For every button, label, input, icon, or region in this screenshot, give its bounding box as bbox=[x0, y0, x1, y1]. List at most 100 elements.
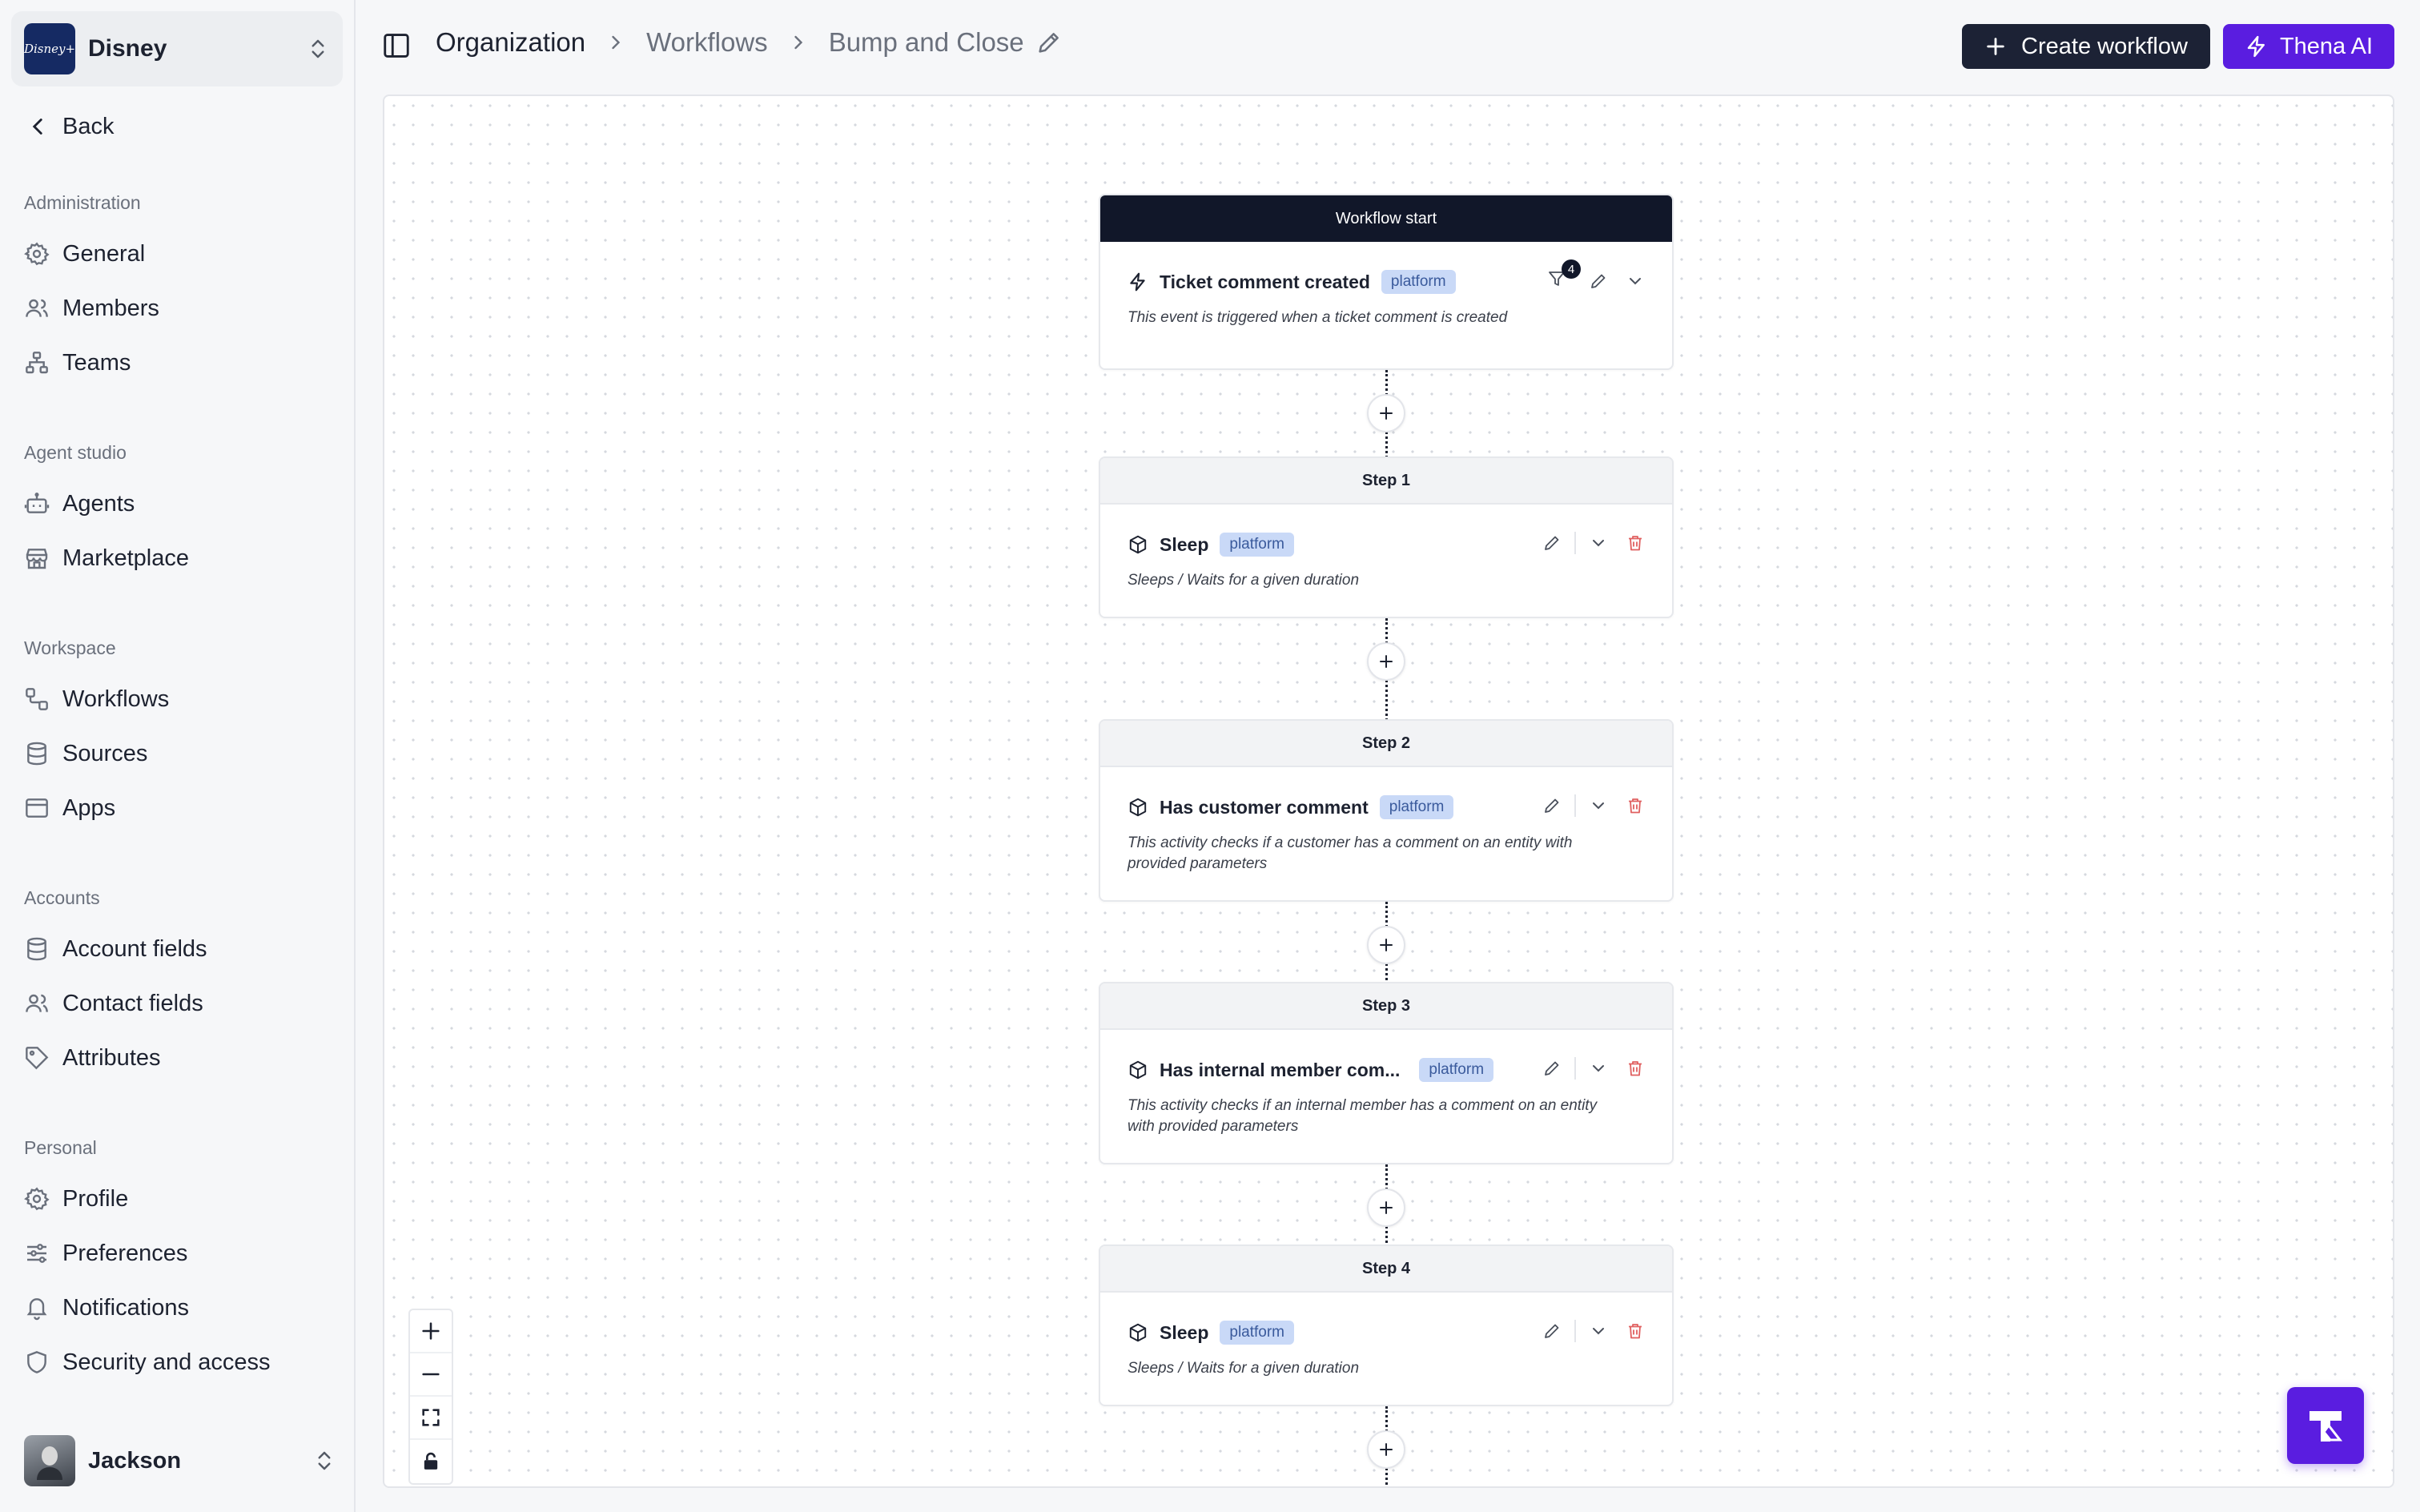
platform-tag: platform bbox=[1220, 1321, 1295, 1345]
sidebar-item-label: Apps bbox=[62, 794, 116, 821]
breadcrumb-workflows[interactable]: Workflows bbox=[646, 27, 768, 58]
sidebar-item-profile[interactable]: Profile bbox=[24, 1180, 128, 1217]
step-header: Step 4 bbox=[1100, 1246, 1672, 1293]
thena-ai-label: Thena AI bbox=[2279, 33, 2374, 59]
sidebar-item-label: Sources bbox=[62, 740, 148, 766]
trigger-description: This event is triggered when a ticket co… bbox=[1128, 309, 1508, 326]
sidebar-item-apps[interactable]: Apps bbox=[24, 790, 115, 826]
sidebar-item-account-fields[interactable]: Account fields bbox=[24, 931, 207, 967]
step-title: Sleep bbox=[1160, 1321, 1209, 1343]
chevron-down-icon[interactable] bbox=[1589, 1321, 1608, 1341]
add-step-button[interactable] bbox=[1367, 1430, 1405, 1469]
sidebar-item-general[interactable]: General bbox=[24, 235, 145, 272]
pencil-icon[interactable] bbox=[1542, 1059, 1562, 1078]
sidebar-item-label: Teams bbox=[62, 349, 131, 376]
sidebar-item-contact-fields[interactable]: Contact fields bbox=[24, 985, 203, 1022]
workflow-step-card[interactable]: Step 3 Has internal member com... platfo… bbox=[1099, 982, 1674, 1164]
sidebar-item-label: Profile bbox=[62, 1185, 129, 1212]
lock-icon bbox=[424, 1452, 438, 1470]
workflow-canvas[interactable]: Workflow start Ticket comment created pl… bbox=[383, 94, 2394, 1488]
step-header: Step 2 bbox=[1100, 721, 1672, 767]
section-agent-studio: Agent studio bbox=[24, 442, 127, 463]
thena-assistant-button[interactable] bbox=[2287, 1387, 2364, 1464]
breadcrumb-organization[interactable]: Organization bbox=[436, 27, 585, 58]
sidebar-item-members[interactable]: Members bbox=[24, 290, 159, 327]
sidebar-item-label: Workflows bbox=[62, 686, 170, 712]
chevron-left-icon bbox=[32, 119, 42, 135]
add-step-button[interactable] bbox=[1367, 394, 1405, 432]
pencil-icon[interactable] bbox=[1542, 1321, 1562, 1341]
pencil-icon[interactable] bbox=[1589, 271, 1608, 291]
sidebar-item-agents[interactable]: Agents bbox=[24, 485, 135, 522]
trash-icon[interactable] bbox=[1626, 1059, 1645, 1078]
filter-count-badge: 4 bbox=[1562, 259, 1581, 279]
plus-icon bbox=[1380, 939, 1393, 951]
box-icon bbox=[1129, 535, 1147, 554]
workflow-start-card[interactable]: Workflow start Ticket comment created pl… bbox=[1099, 194, 1674, 370]
sidebar-item-teams[interactable]: Teams bbox=[24, 344, 131, 381]
fullscreen-icon bbox=[422, 1409, 440, 1426]
chevron-down-icon[interactable] bbox=[1626, 271, 1645, 291]
filter-button[interactable]: 4 bbox=[1547, 259, 1581, 293]
create-workflow-label: Create workflow bbox=[2021, 33, 2188, 59]
panel-left-icon[interactable] bbox=[381, 30, 412, 61]
sidebar-item-marketplace[interactable]: Marketplace bbox=[24, 540, 189, 577]
section-administration: Administration bbox=[24, 192, 141, 213]
network-icon bbox=[26, 352, 48, 374]
back-link[interactable]: Back bbox=[24, 111, 114, 143]
platform-tag: platform bbox=[1419, 1058, 1494, 1082]
step-description: This activity checks if an internal memb… bbox=[1128, 1097, 1598, 1135]
workflow-step-card[interactable]: Step 4 Sleep platform Sleeps / Waits for… bbox=[1099, 1245, 1674, 1406]
workflow-start-header: Workflow start bbox=[1100, 195, 1672, 242]
chevron-right-icon bbox=[612, 35, 621, 50]
chevron-down-icon[interactable] bbox=[1589, 533, 1608, 553]
step-header: Step 1 bbox=[1100, 458, 1672, 505]
sidebar-item-label: Account fields bbox=[62, 935, 207, 962]
user-switcher[interactable]: Jackson bbox=[24, 1435, 336, 1486]
user-portrait-icon bbox=[37, 1446, 62, 1480]
zoom-in-button[interactable] bbox=[410, 1310, 452, 1353]
sidebar-item-attributes[interactable]: Attributes bbox=[24, 1040, 161, 1076]
step-description: Sleeps / Waits for a given duration bbox=[1128, 572, 1360, 589]
sidebar-item-label: Attributes bbox=[62, 1044, 161, 1071]
create-workflow-button[interactable]: Create workflow bbox=[1962, 24, 2210, 69]
fit-view-button[interactable] bbox=[410, 1397, 452, 1440]
avatar bbox=[24, 1435, 75, 1486]
thena-ai-button[interactable]: Thena AI bbox=[2223, 24, 2394, 69]
bell-icon bbox=[26, 1298, 47, 1321]
gear-icon bbox=[24, 242, 50, 266]
add-step-button[interactable] bbox=[1367, 926, 1405, 964]
add-step-button[interactable] bbox=[1367, 1188, 1405, 1227]
top-bar: Organization Workflows Bump and Close Cr… bbox=[357, 0, 2420, 93]
sidebar-item-notifications[interactable]: Notifications bbox=[24, 1289, 189, 1326]
platform-tag: platform bbox=[1379, 795, 1454, 819]
org-switcher[interactable]: Disney+ Disney bbox=[11, 11, 343, 86]
workflow-step-card[interactable]: Step 1 Sleep platform Sleeps / Waits for… bbox=[1099, 456, 1674, 618]
workflow-step-card[interactable]: Step 2 Has customer comment platform Thi… bbox=[1099, 719, 1674, 902]
step-title: Has internal member com... bbox=[1160, 1059, 1401, 1080]
zoom-out-button[interactable] bbox=[410, 1353, 452, 1397]
chevron-down-icon[interactable] bbox=[1589, 1059, 1608, 1078]
sliders-icon bbox=[27, 1244, 46, 1263]
app-window-icon bbox=[26, 798, 48, 818]
trash-icon[interactable] bbox=[1626, 533, 1645, 553]
plus-icon bbox=[1380, 655, 1393, 668]
box-icon bbox=[1129, 1060, 1147, 1080]
pencil-icon[interactable] bbox=[1542, 796, 1562, 815]
pencil-icon[interactable] bbox=[1035, 29, 1063, 56]
users-icon bbox=[26, 299, 48, 317]
sidebar-item-preferences[interactable]: Preferences bbox=[24, 1235, 187, 1272]
trash-icon[interactable] bbox=[1626, 796, 1645, 815]
add-step-button[interactable] bbox=[1367, 642, 1405, 681]
sidebar-item-sources[interactable]: Sources bbox=[24, 735, 147, 772]
sidebar-item-label: Members bbox=[62, 295, 159, 321]
database-icon bbox=[27, 742, 46, 766]
lock-button[interactable] bbox=[410, 1440, 452, 1483]
tag-icon bbox=[26, 1047, 49, 1070]
sidebar-item-workflows[interactable]: Workflows bbox=[24, 681, 169, 718]
trash-icon[interactable] bbox=[1626, 1321, 1645, 1341]
pencil-icon[interactable] bbox=[1542, 533, 1562, 553]
plus-icon bbox=[1987, 38, 2004, 55]
sidebar-item-security[interactable]: Security and access bbox=[24, 1344, 271, 1381]
chevron-down-icon[interactable] bbox=[1589, 796, 1608, 815]
